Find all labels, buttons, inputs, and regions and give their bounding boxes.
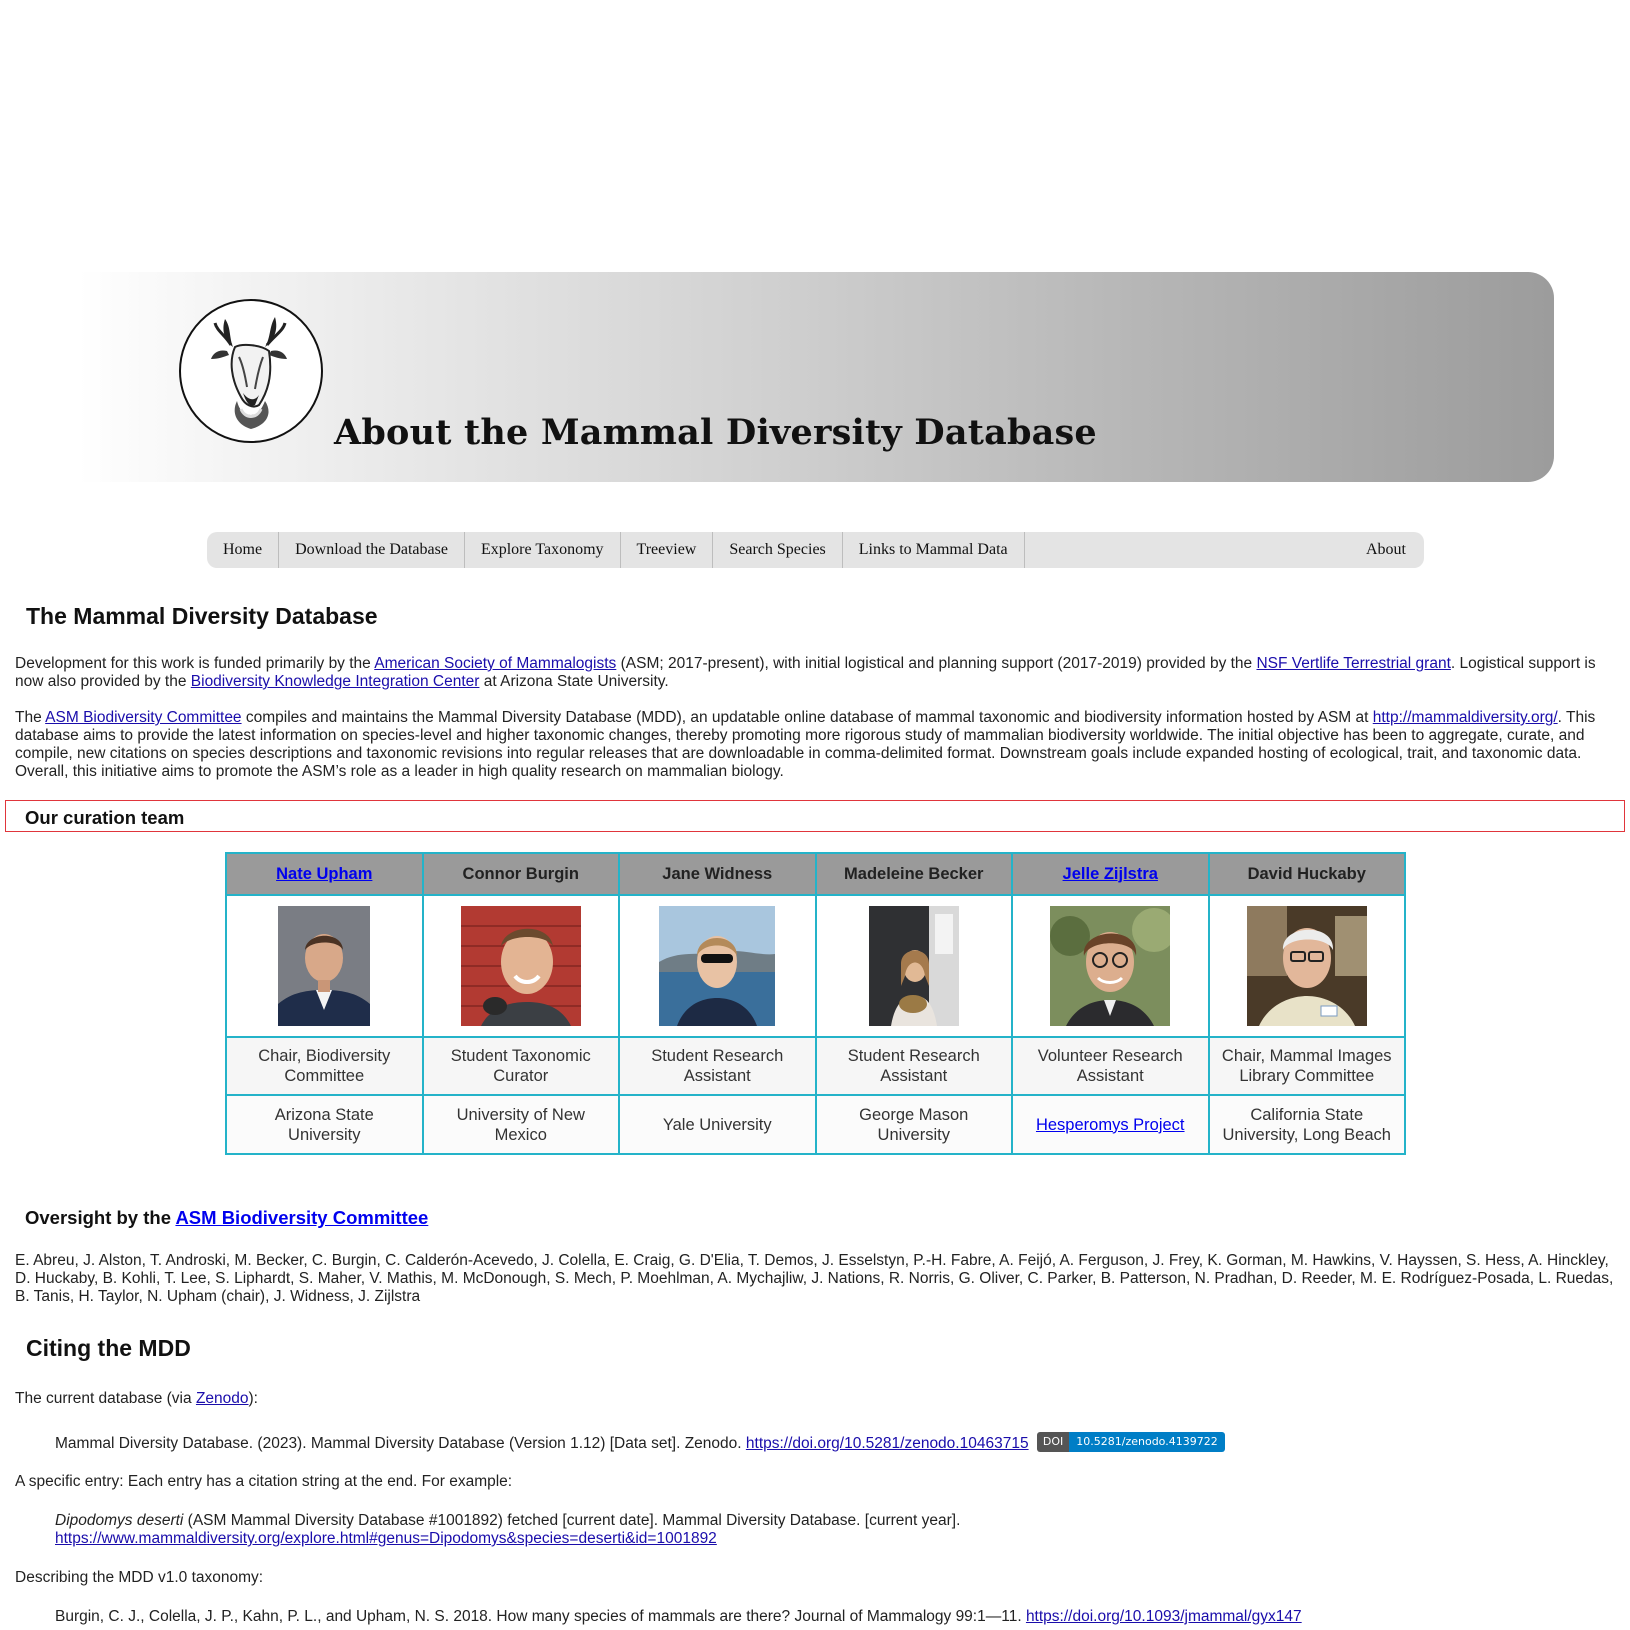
species-name: Dipodomys deserti — [55, 1512, 184, 1529]
member-name: Madeleine Becker — [814, 852, 1013, 896]
member-photo-cell — [618, 894, 817, 1038]
pronghorn-logo — [179, 299, 323, 443]
citing-heading: Citing the MDD — [26, 1335, 191, 1361]
member-role: Student Research Assistant — [814, 1036, 1013, 1096]
citation-text: Mammal Diversity Database. (2023). Mamma… — [55, 1435, 746, 1453]
text: compiles and maintains the Mammal Divers… — [241, 709, 1373, 726]
doi-badge-label: DOI — [1036, 1432, 1070, 1452]
nav-search-species[interactable]: Search Species — [713, 532, 843, 568]
asm-biodiversity-committee-link[interactable]: ASM Biodiversity Committee — [45, 709, 241, 726]
member-photo — [1050, 906, 1171, 1026]
main-nav: Home Download the Database Explore Taxon… — [207, 532, 1424, 568]
nav-about[interactable]: About — [1350, 532, 1424, 568]
citation-text: (ASM Mammal Diversity Database #1001892)… — [183, 1512, 961, 1529]
member-name: David Huckaby — [1207, 852, 1406, 896]
member-role: Chair, Biodiversity Committee — [225, 1036, 424, 1096]
member-name-link[interactable]: Jelle Zijlstra — [1063, 865, 1158, 883]
doi-badge-value: 10.5281/zenodo.4139722 — [1069, 1432, 1225, 1452]
curation-team-table: Nate Upham Connor Burgin Jane Widness Ma… — [225, 852, 1406, 1155]
dipodomys-entry-link[interactable]: https://www.mammaldiversity.org/explore.… — [55, 1530, 717, 1547]
member-photo — [278, 906, 371, 1026]
v1-taxonomy-citation: Burgin, C. J., Colella, J. P., Kahn, P. … — [55, 1608, 1595, 1626]
v1-taxonomy-intro: Describing the MDD v1.0 taxonomy: — [15, 1569, 264, 1586]
member-name: Nate Upham — [225, 852, 424, 896]
specific-entry-example: Dipodomys deserti (ASM Mammal Diversity … — [55, 1512, 1595, 1548]
member-name-link[interactable]: Nate Upham — [276, 865, 372, 883]
text: The — [15, 709, 46, 726]
nav-treeview[interactable]: Treeview — [621, 532, 714, 568]
current-database-citation: Mammal Diversity Database. (2023). Mamma… — [55, 1432, 1595, 1454]
member-photo-cell — [1011, 894, 1210, 1038]
nav-home[interactable]: Home — [207, 532, 280, 568]
current-database-intro: The current database (via Zenodo): — [15, 1390, 1615, 1408]
page-title: About the Mammal Diversity Database — [334, 412, 1097, 453]
intro-paragraph-mdd: The ASM Biodiversity Committee compiles … — [15, 709, 1615, 781]
section-heading-mdd: The Mammal Diversity Database — [26, 603, 378, 629]
zenodo-link[interactable]: Zenodo — [196, 1390, 249, 1407]
member-photo-cell — [421, 894, 620, 1038]
member-photo-cell — [225, 894, 424, 1038]
oversight-members: E. Abreu, J. Alston, T. Androski, M. Bec… — [15, 1252, 1614, 1305]
bkic-link[interactable]: Biodiversity Knowledge Integration Cente… — [191, 673, 480, 690]
member-institution: University of New Mexico — [421, 1094, 620, 1155]
hesperomys-project-link[interactable]: Hesperomys Project — [1036, 1116, 1185, 1134]
member-role: Volunteer Research Assistant — [1011, 1036, 1210, 1096]
member-name: Jelle Zijlstra — [1011, 852, 1210, 896]
team-role-row: Chair, Biodiversity Committee Student Ta… — [225, 1036, 1406, 1096]
member-name: Connor Burgin — [421, 852, 620, 896]
member-photo — [1246, 906, 1367, 1026]
text: The current database (via — [15, 1390, 196, 1407]
specific-entry-intro: A specific entry: Each entry has a citat… — [15, 1473, 513, 1490]
team-photo-row — [225, 894, 1406, 1038]
citation-text: Burgin, C. J., Colella, J. P., Kahn, P. … — [55, 1608, 1026, 1625]
nsf-vertlife-link[interactable]: NSF Vertlife Terrestrial grant — [1256, 655, 1450, 672]
member-institution: Arizona State University — [225, 1094, 424, 1155]
member-photo — [659, 906, 776, 1026]
intro-paragraph-funding: Development for this work is funded prim… — [15, 655, 1615, 691]
doi-badge[interactable]: DOI 10.5281/zenodo.4139722 — [1036, 1432, 1225, 1452]
asm-biodiversity-committee-link[interactable]: ASM Biodiversity Committee — [175, 1207, 428, 1228]
text: ): — [248, 1390, 258, 1407]
member-photo-cell — [814, 894, 1013, 1038]
oversight-heading-prefix: Oversight by the — [25, 1207, 176, 1228]
team-institution-row: Arizona State University University of N… — [225, 1094, 1406, 1155]
text: at Arizona State University. — [479, 673, 669, 690]
mammaldiversity-url-link[interactable]: http://mammaldiversity.org/ — [1373, 709, 1558, 726]
member-role: Chair, Mammal Images Library Committee — [1207, 1036, 1406, 1096]
team-name-row: Nate Upham Connor Burgin Jane Widness Ma… — [225, 852, 1406, 896]
member-institution: California State University, Long Beach — [1207, 1094, 1406, 1155]
zenodo-doi-link[interactable]: https://doi.org/10.5281/zenodo.10463715 — [746, 1435, 1029, 1452]
jmammal-doi-link[interactable]: https://doi.org/10.1093/jmammal/gyx147 — [1026, 1608, 1302, 1625]
nav-links-mammal-data[interactable]: Links to Mammal Data — [843, 532, 1025, 568]
member-role: Student Taxonomic Curator — [421, 1036, 620, 1096]
member-role: Student Research Assistant — [618, 1036, 817, 1096]
member-name: Jane Widness — [618, 852, 817, 896]
curation-team-header-box: Our curation team — [5, 800, 1625, 832]
curation-team-heading: Our curation team — [25, 807, 185, 828]
text: Development for this work is funded prim… — [15, 655, 375, 672]
nav-explore-taxonomy[interactable]: Explore Taxonomy — [465, 532, 621, 568]
member-institution: George Mason University — [814, 1094, 1013, 1155]
asm-link[interactable]: American Society of Mammalogists — [374, 655, 616, 672]
oversight-heading: Oversight by the ASM Biodiversity Commit… — [25, 1207, 428, 1229]
text: (ASM; 2017-present), with initial logist… — [616, 655, 1257, 672]
member-photo — [868, 906, 959, 1026]
member-institution-cell: Hesperomys Project — [1011, 1094, 1210, 1155]
member-institution: Yale University — [618, 1094, 817, 1155]
nav-download-database[interactable]: Download the Database — [279, 532, 465, 568]
member-photo — [460, 906, 581, 1026]
member-photo-cell — [1207, 894, 1406, 1038]
